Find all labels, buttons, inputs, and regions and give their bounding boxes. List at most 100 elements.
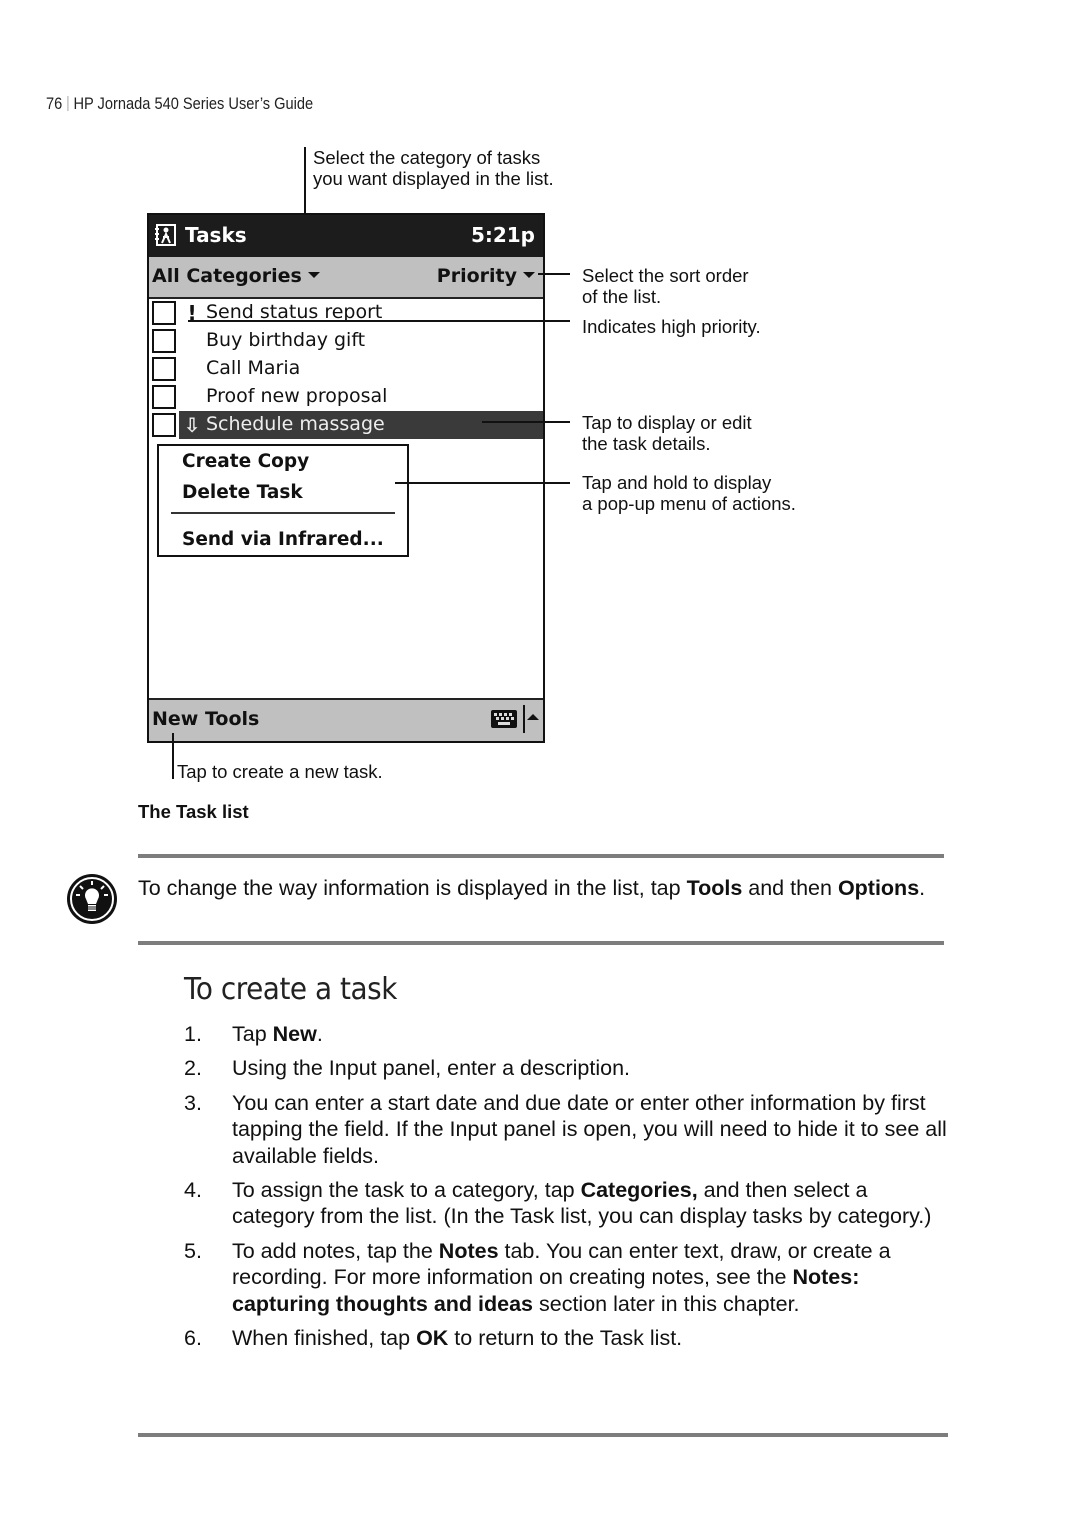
task-row[interactable]: Proof new proposal	[149, 383, 543, 411]
tip-text-part: .	[919, 876, 926, 900]
callout-details: Tap to display or edit the task details.	[582, 412, 752, 454]
task-checkbox[interactable]	[152, 413, 176, 437]
callout-text: Tap to create a new task.	[177, 761, 383, 782]
callout-line-priority	[188, 320, 570, 322]
callout-line-new	[172, 733, 174, 779]
section-title: To create a task	[184, 972, 397, 1007]
step-text: .	[316, 1022, 323, 1046]
callout-line-details	[482, 421, 570, 423]
callout-text: a pop-up menu of actions.	[582, 493, 796, 514]
callout-new: Tap to create a new task.	[177, 761, 383, 782]
steps-list: 1. Tap New. 2. Using the Input panel, enter…	[184, 1021, 954, 1359]
app-title: Tasks	[185, 223, 247, 247]
tip-bold-tools: Tools	[686, 876, 743, 900]
running-header: 76 HP Jornada 540 Series User’s Guide	[46, 94, 313, 114]
command-bar: New Tools	[149, 698, 543, 741]
clock[interactable]: 5:21p	[471, 223, 535, 247]
callout-line-popup	[395, 482, 570, 484]
sort-dropdown[interactable]: Priority	[437, 265, 535, 287]
step-item: 1. Tap New.	[184, 1021, 954, 1047]
callout-line-sort	[538, 273, 570, 275]
new-button[interactable]: New	[152, 708, 198, 730]
step-number: 1.	[184, 1022, 202, 1046]
step-text: to return to the Task list.	[448, 1326, 683, 1351]
step-number: 6.	[184, 1326, 202, 1351]
step-text: To assign the task to a category, tap	[232, 1178, 581, 1203]
task-checkbox[interactable]	[152, 301, 176, 325]
step-number: 2.	[184, 1056, 202, 1081]
keyboard-icon[interactable]	[491, 710, 517, 728]
up-arrow-icon[interactable]	[527, 714, 539, 720]
task-label: Buy birthday gift	[206, 329, 366, 351]
header-separator	[67, 96, 69, 111]
tip-rule-top	[138, 854, 944, 858]
filter-bar: All Categories Priority	[149, 257, 543, 299]
input-divider	[523, 705, 525, 733]
step-bold-text: New	[272, 1022, 317, 1046]
task-checkbox[interactable]	[152, 357, 176, 381]
step-item: 3. You can enter a start date and due dat…	[184, 1090, 954, 1169]
step-bold-text: OK	[416, 1326, 449, 1351]
task-row[interactable]: Buy birthday gift	[149, 327, 543, 355]
menu-item-create-copy[interactable]: Create Copy	[182, 451, 309, 472]
task-label: Schedule massage	[206, 413, 385, 435]
footer-rule	[138, 1433, 948, 1437]
step-text: Tap	[232, 1022, 273, 1046]
task-row[interactable]: ! Send status report	[149, 299, 543, 327]
callout-text: of the list.	[582, 286, 662, 307]
category-label: All Categories	[152, 265, 302, 287]
low-priority-icon: ⇩	[183, 413, 201, 437]
callout-priority: Indicates high priority.	[582, 316, 761, 337]
task-checkbox[interactable]	[152, 329, 176, 353]
figure-caption: The Task list	[138, 801, 249, 822]
title-bar: Tasks 5:21p	[149, 215, 543, 257]
step-text: When finished, tap	[232, 1326, 417, 1351]
sort-label: Priority	[436, 265, 517, 287]
category-dropdown[interactable]: All Categories	[152, 265, 320, 287]
step-item: 6. When finished, tap OK to return to the…	[184, 1325, 954, 1351]
callout-text: Indicates high priority.	[582, 316, 761, 337]
high-priority-icon: !	[187, 301, 197, 325]
step-item: 4. To assign the task to a category, tap …	[184, 1177, 954, 1230]
callout-text: the task details.	[582, 433, 711, 454]
menu-item-delete-task[interactable]: Delete Task	[182, 482, 303, 503]
callout-text: you want displayed in the list.	[313, 168, 554, 189]
pocketpc-screen: Tasks 5:21p All Categories Priority ! Se…	[147, 213, 545, 743]
task-row[interactable]: Call Maria	[149, 355, 543, 383]
callout-text: Tap and hold to display	[582, 472, 772, 493]
step-item: 2. Using the Input panel, enter a descrip…	[184, 1055, 954, 1081]
tip-text-part: and then	[742, 876, 838, 900]
step-number: 5.	[184, 1238, 202, 1263]
tip-text: To change the way information is display…	[138, 875, 938, 902]
task-label: Call Maria	[206, 357, 301, 379]
callout-text: Select the category of tasks	[313, 147, 541, 168]
tip-bold-options: Options	[837, 876, 920, 900]
menu-item-send-infrared[interactable]: Send via Infrared...	[182, 529, 384, 550]
step-item: 5. To add notes, tap the Notes tab. You c…	[184, 1238, 954, 1317]
task-row-selected[interactable]: ⇩ Schedule massage	[149, 411, 543, 439]
step-text: Using the Input panel, enter a descripti…	[232, 1056, 631, 1081]
tip-text-part: To change the way information is display…	[138, 876, 687, 900]
task-checkbox[interactable]	[152, 385, 176, 409]
step-number: 4.	[184, 1178, 202, 1203]
task-label: Proof new proposal	[206, 385, 388, 407]
tools-menu[interactable]: Tools	[205, 708, 259, 730]
callout-category: Select the category of tasks you want di…	[313, 147, 554, 189]
callout-text: Select the sort order	[582, 265, 749, 286]
step-number: 3.	[184, 1090, 202, 1115]
chevron-down-icon	[307, 272, 320, 278]
step-text: You can enter a start date and due date …	[232, 1090, 947, 1168]
popup-menu: Create Copy Delete Task Send via Infrare…	[157, 444, 409, 557]
menu-separator	[171, 512, 395, 514]
chevron-down-icon	[523, 272, 535, 278]
callout-text: Tap to display or edit	[582, 412, 752, 433]
lightbulb-icon	[67, 874, 117, 924]
tasks-app-icon	[155, 224, 176, 246]
callout-sort: Select the sort order of the list.	[582, 265, 749, 307]
step-text: To add notes, tap the	[232, 1238, 439, 1263]
step-text: section later in this chapter.	[533, 1291, 800, 1316]
step-bold-text: Categories,	[580, 1178, 698, 1203]
page-number: 76	[46, 94, 63, 113]
step-bold-text: Notes	[438, 1238, 499, 1263]
book-title: HP Jornada 540 Series User’s Guide	[73, 94, 314, 113]
